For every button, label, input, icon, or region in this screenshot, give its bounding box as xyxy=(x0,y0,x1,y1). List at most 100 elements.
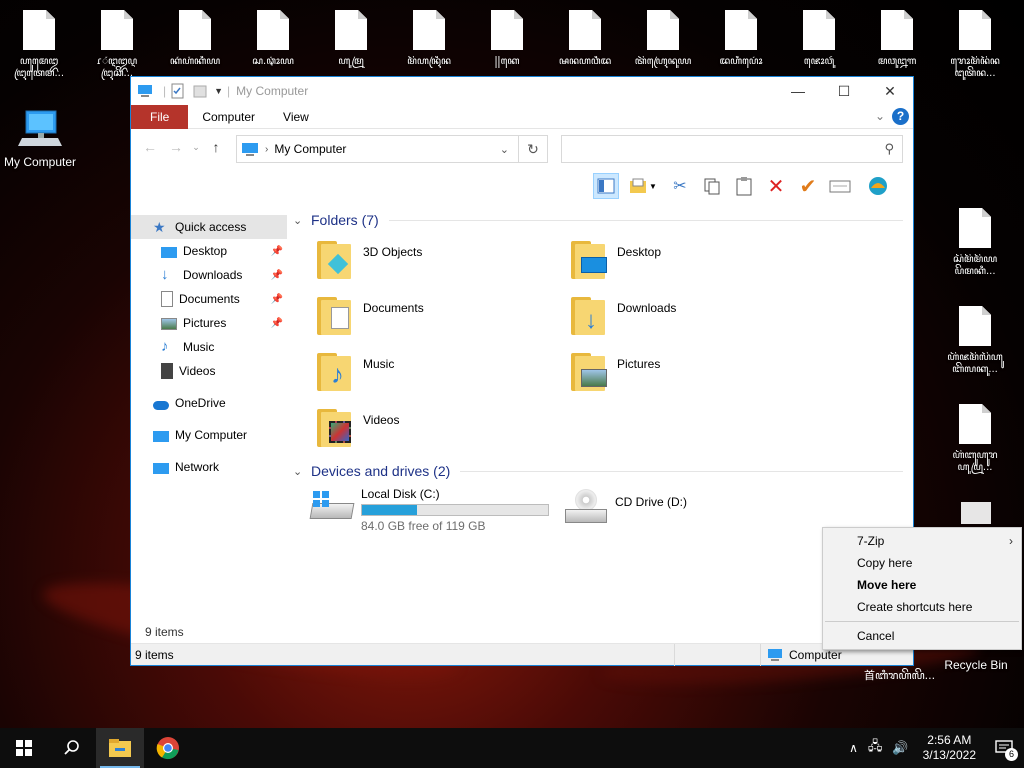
maximize-button[interactable]: ☐ xyxy=(821,77,867,105)
desktop-file-icon[interactable]: ꦲꦸꦩꦺꦈ ꦔꦿꦠꦺꦩ... xyxy=(6,10,72,80)
menu-item-move-here[interactable]: Move here xyxy=(823,574,1021,596)
close-button[interactable]: ✕ xyxy=(867,77,913,105)
drive-name: CD Drive (D:) xyxy=(615,495,687,509)
document-icon xyxy=(959,306,991,346)
new-folder-button[interactable]: ▼ xyxy=(625,173,661,199)
desktop-file-icon[interactable]: ꦱ.ꦡꦴꦁꦪ xyxy=(240,10,306,68)
desktop-my-computer[interactable]: My Computer xyxy=(0,108,80,169)
folder-documents-icon xyxy=(317,297,351,335)
nav-my-computer-label: My Computer xyxy=(175,428,248,442)
folder-item-desktop[interactable]: Desktop xyxy=(567,237,817,287)
system-tray: ∧ 🖧 🔊 2:56 AM 3/13/2022 6 xyxy=(843,728,1024,768)
volume-icon[interactable]: 🔊 xyxy=(886,740,914,756)
desktop-icon-label: ꦱ.ꦡꦴꦁꦪ xyxy=(252,56,294,67)
pin-icon: 📌 xyxy=(270,245,283,257)
search-input[interactable]: ⚲ xyxy=(561,135,903,163)
desktop-file-icon[interactable]: ꦩꦮꦸꦊꦒ xyxy=(864,10,930,68)
nav-my-computer[interactable]: My Computer xyxy=(131,423,287,447)
document-icon xyxy=(161,291,173,307)
folder-item-pictures[interactable]: Pictures xyxy=(567,349,817,399)
nav-item-pictures[interactable]: Pictures 📌 xyxy=(131,311,287,335)
back-button[interactable]: ← xyxy=(137,139,163,155)
document-icon xyxy=(179,10,211,50)
taskbar-chrome[interactable] xyxy=(144,728,192,768)
hard-drive-icon xyxy=(309,487,355,531)
start-button[interactable] xyxy=(0,728,48,768)
desktop-file-icon[interactable]: ꦠꦼꦲꦿꦺꦤꦸꦪ xyxy=(630,10,696,68)
cut-button[interactable]: ✂ xyxy=(667,173,693,199)
paste-button[interactable] xyxy=(731,173,757,199)
up-button[interactable]: ↑ xyxy=(203,139,229,155)
network-icon[interactable]: 🖧 xyxy=(864,737,887,759)
folder-item-music[interactable]: ♪ Music xyxy=(313,349,563,399)
menu-item-7zip[interactable]: 7-Zip › xyxy=(823,530,1021,552)
expand-ribbon-icon[interactable]: ⌄ xyxy=(875,109,885,123)
folders-group-header[interactable]: ⌄ Folders (7) xyxy=(293,207,903,233)
folder-item-videos[interactable]: Videos xyxy=(313,405,563,455)
desktop-file-icon[interactable]: ꦱꦼꦩꦼꦩꦼꦪ ꦥꦼꦩꦏꦶ... xyxy=(942,208,1008,278)
minimize-button[interactable]: — xyxy=(775,77,821,105)
document-icon xyxy=(725,10,757,50)
quick-access-toolbar-dropdown[interactable]: ▼ xyxy=(214,86,223,96)
address-dropdown-icon[interactable]: ⌄ xyxy=(500,143,509,156)
clock[interactable]: 2:56 AM 3/13/2022 xyxy=(915,733,984,763)
nav-item-videos[interactable]: Videos xyxy=(131,359,287,383)
delete-button[interactable]: ✕ xyxy=(763,173,789,199)
explorer-window: | ▼ | My Computer — ☐ ✕ File Computer Vi… xyxy=(130,76,914,666)
shell-button[interactable] xyxy=(865,173,891,199)
address-bar[interactable]: › My Computer ⌄ xyxy=(236,135,548,163)
folder-item-3d-objects[interactable]: 3D Objects xyxy=(313,237,563,287)
nav-item-documents[interactable]: Documents 📌 xyxy=(131,287,287,311)
copy-button[interactable] xyxy=(699,173,725,199)
properties-icon[interactable] xyxy=(170,83,186,99)
menu-item-copy-here[interactable]: Copy here xyxy=(823,552,1021,574)
desktop-file-icon[interactable]: ꦏꦁꦲꦁꦏꦶꦪ xyxy=(162,10,228,68)
breadcrumb-chevron-icon[interactable]: › xyxy=(265,144,268,155)
refresh-button[interactable]: ↻ xyxy=(518,135,548,163)
search-button[interactable] xyxy=(48,728,96,768)
document-icon xyxy=(569,10,601,50)
rename-button[interactable]: ✔ xyxy=(795,173,821,199)
title-bar[interactable]: | ▼ | My Computer — ☐ ✕ xyxy=(131,77,913,105)
properties-button[interactable] xyxy=(827,173,853,199)
desktop-file-icon[interactable]: ꦢꦲꦶꦥꦺꦴꦁ xyxy=(708,10,774,68)
nav-item-desktop[interactable]: Desktop 📌 xyxy=(131,239,287,263)
drive-item-d[interactable]: CD Drive (D:) xyxy=(563,487,823,537)
folder-item-documents[interactable]: Documents xyxy=(313,293,563,343)
nav-item-label: Documents xyxy=(179,292,240,306)
desktop-file-icon[interactable]: ꦲꦼꦗꦩꦼꦭꦼꦲꦸ ꦧꦼꦭꦏꦸ... xyxy=(942,306,1008,376)
desktop-file-icon[interactable]: ꦲꦸꦩꦿꦸ xyxy=(318,10,384,68)
tab-computer[interactable]: Computer xyxy=(188,105,269,129)
desktop-file-icon[interactable]: ꦗꦺꦴꦮꦸꦂ xyxy=(786,10,852,68)
desktop-file-icon[interactable]: ꦲꦼꦧꦸꦲꦸꦫ ꦲꦸꦥꦿꦸ... xyxy=(942,404,1008,474)
desktop-file-icon[interactable]: ꦩꦼꦲꦤꦿꦶꦤ xyxy=(396,10,462,68)
desktop-file-icon[interactable]: ɾꦁꦅꦈꦉ ꦔꦿꦕꦼ... xyxy=(84,10,150,80)
nav-onedrive[interactable]: OneDrive xyxy=(131,391,287,415)
desktop-file-icon[interactable]: ꦰꦤꦲꦮꦶꦢ xyxy=(552,10,618,68)
drives-group-header[interactable]: ⌄ Devices and drives (2) xyxy=(293,458,903,484)
menu-item-cancel[interactable]: Cancel xyxy=(823,625,1021,647)
folder-music-icon: ♪ xyxy=(317,353,351,391)
forward-button[interactable]: → xyxy=(163,139,189,155)
desktop-icon-label: ꦩꦮꦸꦊꦒ xyxy=(877,56,917,67)
search-icon: ⚲ xyxy=(884,141,894,156)
recent-locations-button[interactable]: ⌄ xyxy=(189,142,203,153)
show-hidden-icons-icon[interactable]: ∧ xyxy=(843,741,864,755)
preview-pane-button[interactable] xyxy=(593,173,619,199)
desktop-file-icon[interactable]: ꦫꦺꦴꦩꦼꦤꦼꦤ ꦔꦸꦠꦼꦤ... xyxy=(942,10,1008,80)
nav-item-downloads[interactable]: ↓ Downloads 📌 xyxy=(131,263,287,287)
drive-item-c[interactable]: Local Disk (C:) 84.0 GB free of 119 GB xyxy=(309,487,569,537)
nav-quick-access[interactable]: ★ Quick access xyxy=(131,215,287,239)
folder-item-downloads[interactable]: ↓ Downloads xyxy=(567,293,817,343)
tab-file[interactable]: File xyxy=(131,104,189,129)
notification-center-button[interactable]: 6 xyxy=(984,728,1024,768)
menu-item-create-shortcuts[interactable]: Create shortcuts here xyxy=(823,596,1021,618)
document-icon xyxy=(491,10,523,50)
tab-view[interactable]: View xyxy=(269,105,323,129)
taskbar-file-explorer[interactable] xyxy=(96,728,144,768)
new-folder-icon[interactable] xyxy=(192,83,208,99)
nav-network[interactable]: Network xyxy=(131,455,287,479)
nav-item-music[interactable]: ♪ Music xyxy=(131,335,287,359)
desktop-file-icon[interactable]: ꧍꧍ꦏꦺ xyxy=(474,10,540,68)
help-icon[interactable]: ? xyxy=(892,108,909,125)
